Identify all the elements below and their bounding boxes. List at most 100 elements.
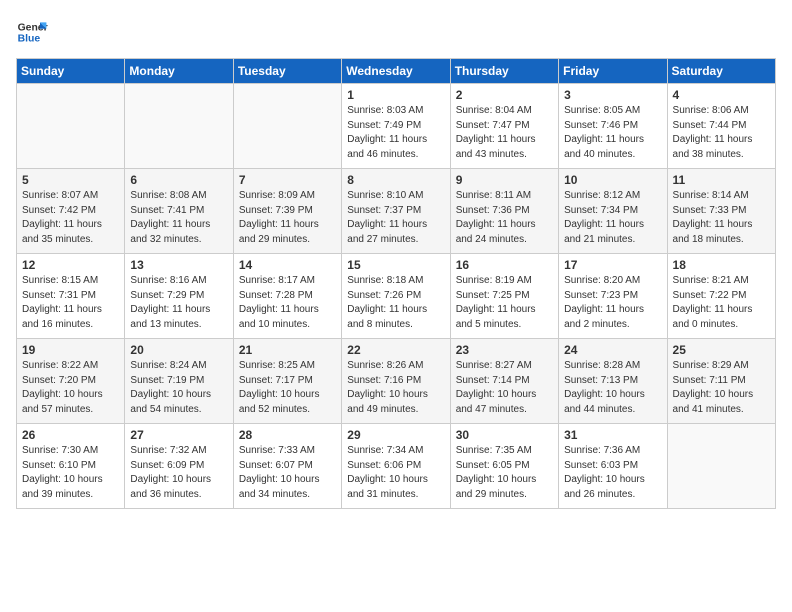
cell-line: Daylight: 11 hours xyxy=(347,218,444,233)
cell-line: and 35 minutes. xyxy=(22,233,119,248)
cell-line: Sunrise: 8:24 AM xyxy=(130,359,227,374)
day-number: 13 xyxy=(130,258,227,272)
calendar-cell: 6Sunrise: 8:08 AMSunset: 7:41 PMDaylight… xyxy=(125,169,233,254)
calendar-cell: 11Sunrise: 8:14 AMSunset: 7:33 PMDayligh… xyxy=(667,169,775,254)
day-number: 4 xyxy=(673,88,770,102)
day-number: 22 xyxy=(347,343,444,357)
cell-line: Sunset: 7:20 PM xyxy=(22,374,119,389)
day-number: 9 xyxy=(456,173,553,187)
cell-line: Sunrise: 7:32 AM xyxy=(130,444,227,459)
cell-line: Sunrise: 7:35 AM xyxy=(456,444,553,459)
calendar-cell: 24Sunrise: 8:28 AMSunset: 7:13 PMDayligh… xyxy=(559,339,667,424)
cell-line: Sunset: 7:22 PM xyxy=(673,289,770,304)
cell-line: Sunset: 7:17 PM xyxy=(239,374,336,389)
cell-line: Daylight: 10 hours xyxy=(673,388,770,403)
calendar-cell: 21Sunrise: 8:25 AMSunset: 7:17 PMDayligh… xyxy=(233,339,341,424)
cell-line: Daylight: 11 hours xyxy=(564,133,661,148)
calendar-cell: 14Sunrise: 8:17 AMSunset: 7:28 PMDayligh… xyxy=(233,254,341,339)
cell-line: Sunrise: 8:28 AM xyxy=(564,359,661,374)
cell-line: Daylight: 10 hours xyxy=(347,388,444,403)
cell-line: Sunset: 6:07 PM xyxy=(239,459,336,474)
calendar-cell: 13 Sunrise: 8:16 AMSunset: 7:29 PMDayligh… xyxy=(125,254,233,339)
cell-line: Sunset: 7:28 PM xyxy=(239,289,336,304)
cell-line: and 34 minutes. xyxy=(239,488,336,503)
cell-line: Daylight: 11 hours xyxy=(239,218,336,233)
cell-line: Sunset: 7:29 PM xyxy=(130,289,227,304)
day-number: 12 xyxy=(22,258,119,272)
cell-line: Sunrise: 8:21 AM xyxy=(673,274,770,289)
cell-line: Daylight: 10 hours xyxy=(130,388,227,403)
cell-line: Sunset: 7:44 PM xyxy=(673,119,770,134)
cell-line: Sunset: 6:10 PM xyxy=(22,459,119,474)
cell-line: Daylight: 10 hours xyxy=(130,473,227,488)
cell-line: Sunset: 7:26 PM xyxy=(347,289,444,304)
cell-line: Sunset: 7:37 PM xyxy=(347,204,444,219)
calendar-cell: 8Sunrise: 8:10 AMSunset: 7:37 PMDaylight… xyxy=(342,169,450,254)
header-day: Thursday xyxy=(450,59,558,84)
cell-line: and 47 minutes. xyxy=(456,403,553,418)
cell-line: Daylight: 11 hours xyxy=(456,218,553,233)
calendar-cell: 10Sunrise: 8:12 AMSunset: 7:34 PMDayligh… xyxy=(559,169,667,254)
calendar-cell: 23Sunrise: 8:27 AMSunset: 7:14 PMDayligh… xyxy=(450,339,558,424)
day-number: 26 xyxy=(22,428,119,442)
cell-line: Sunset: 7:39 PM xyxy=(239,204,336,219)
cell-line: Daylight: 11 hours xyxy=(130,218,227,233)
cell-line: and 29 minutes. xyxy=(239,233,336,248)
cell-line: Sunrise: 8:04 AM xyxy=(456,104,553,119)
day-number: 10 xyxy=(564,173,661,187)
cell-line: Sunset: 6:09 PM xyxy=(130,459,227,474)
cell-line: and 39 minutes. xyxy=(22,488,119,503)
cell-line: Sunset: 7:19 PM xyxy=(130,374,227,389)
calendar-cell: 28Sunrise: 7:33 AMSunset: 6:07 PMDayligh… xyxy=(233,424,341,509)
cell-line: Sunrise: 8:15 AM xyxy=(22,274,119,289)
cell-line: and 44 minutes. xyxy=(564,403,661,418)
cell-line: and 49 minutes. xyxy=(347,403,444,418)
cell-line: Sunrise: 8:25 AM xyxy=(239,359,336,374)
cell-line: Daylight: 11 hours xyxy=(347,303,444,318)
cell-line: Sunset: 7:33 PM xyxy=(673,204,770,219)
cell-line: Sunrise: 8:27 AM xyxy=(456,359,553,374)
calendar-cell: 27Sunrise: 7:32 AMSunset: 6:09 PMDayligh… xyxy=(125,424,233,509)
cell-line: Sunrise: 8:03 AM xyxy=(347,104,444,119)
cell-line: Daylight: 11 hours xyxy=(130,303,227,318)
calendar-cell: 16Sunrise: 8:19 AMSunset: 7:25 PMDayligh… xyxy=(450,254,558,339)
cell-line: and 57 minutes. xyxy=(22,403,119,418)
calendar-cell: 19Sunrise: 8:22 AMSunset: 7:20 PMDayligh… xyxy=(17,339,125,424)
calendar-cell: 9Sunrise: 8:11 AMSunset: 7:36 PMDaylight… xyxy=(450,169,558,254)
cell-line: Sunrise: 8:07 AM xyxy=(22,189,119,204)
week-row: 1Sunrise: 8:03 AMSunset: 7:49 PMDaylight… xyxy=(17,84,776,169)
cell-line: Sunrise: 8:11 AM xyxy=(456,189,553,204)
header-day: Saturday xyxy=(667,59,775,84)
calendar-cell: 26Sunrise: 7:30 AMSunset: 6:10 PMDayligh… xyxy=(17,424,125,509)
cell-line: and 43 minutes. xyxy=(456,148,553,163)
cell-line: Daylight: 10 hours xyxy=(456,473,553,488)
cell-line: Sunrise: 8:19 AM xyxy=(456,274,553,289)
cell-line: Sunset: 6:06 PM xyxy=(347,459,444,474)
cell-line: Sunrise: 8:18 AM xyxy=(347,274,444,289)
cell-line: Sunrise: 8:06 AM xyxy=(673,104,770,119)
cell-line: and 46 minutes. xyxy=(347,148,444,163)
week-row: 26Sunrise: 7:30 AMSunset: 6:10 PMDayligh… xyxy=(17,424,776,509)
calendar-cell: 18Sunrise: 8:21 AMSunset: 7:22 PMDayligh… xyxy=(667,254,775,339)
logo: General Blue xyxy=(16,16,48,48)
cell-line: and 16 minutes. xyxy=(22,318,119,333)
cell-line: Sunrise: 8:29 AM xyxy=(673,359,770,374)
day-number: 8 xyxy=(347,173,444,187)
cell-line: Daylight: 11 hours xyxy=(347,133,444,148)
cell-line: and 40 minutes. xyxy=(564,148,661,163)
cell-line: and 52 minutes. xyxy=(239,403,336,418)
cell-line: Sunset: 7:31 PM xyxy=(22,289,119,304)
cell-line: Daylight: 10 hours xyxy=(22,473,119,488)
day-number: 16 xyxy=(456,258,553,272)
cell-line: Sunset: 7:11 PM xyxy=(673,374,770,389)
calendar-cell: 22Sunrise: 8:26 AMSunset: 7:16 PMDayligh… xyxy=(342,339,450,424)
week-row: 5Sunrise: 8:07 AMSunset: 7:42 PMDaylight… xyxy=(17,169,776,254)
calendar-cell: 20Sunrise: 8:24 AMSunset: 7:19 PMDayligh… xyxy=(125,339,233,424)
cell-line: Sunrise: 8:09 AM xyxy=(239,189,336,204)
day-number: 15 xyxy=(347,258,444,272)
cell-line: Sunset: 7:23 PM xyxy=(564,289,661,304)
calendar-cell xyxy=(17,84,125,169)
cell-line: Sunrise: 8:16 AM xyxy=(130,274,227,289)
cell-line: and 29 minutes. xyxy=(456,488,553,503)
cell-line: Daylight: 11 hours xyxy=(673,133,770,148)
